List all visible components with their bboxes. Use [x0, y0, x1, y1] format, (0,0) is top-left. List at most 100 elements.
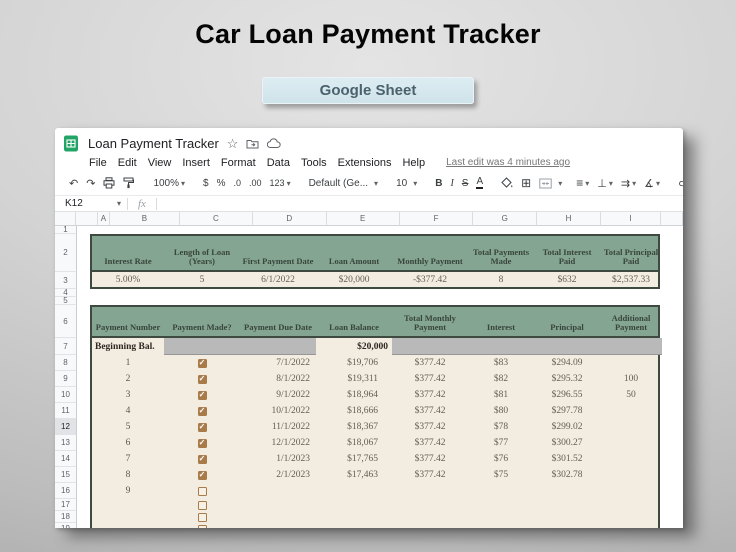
menu-item-format[interactable]: Format [221, 157, 256, 169]
fill-color-icon[interactable] [501, 177, 513, 189]
due-date-cell[interactable]: 1/1/2023 [240, 454, 316, 464]
checkbox-checked[interactable] [197, 422, 207, 432]
column-header-H[interactable]: H [537, 212, 601, 226]
loan-balance-cell[interactable]: $19,311 [316, 374, 392, 384]
monthly-payment-cell[interactable]: $377.42 [392, 358, 468, 368]
column-header-E[interactable]: E [326, 212, 400, 226]
principal-cell[interactable]: $295.32 [534, 374, 600, 384]
italic-button[interactable]: I [450, 178, 453, 189]
due-date-cell[interactable]: 10/1/2022 [240, 406, 316, 416]
checkbox-unchecked[interactable] [197, 500, 207, 510]
print-icon[interactable] [103, 177, 115, 189]
checkbox-checked[interactable] [197, 390, 207, 400]
loan-balance-cell[interactable]: $18,067 [316, 438, 392, 448]
interest-cell[interactable]: $75 [468, 470, 534, 480]
row-header-17[interactable]: 17 [55, 499, 77, 511]
sheets-logo-icon[interactable] [63, 135, 80, 152]
principal-cell[interactable]: $300.27 [534, 438, 600, 448]
menu-item-data[interactable]: Data [267, 157, 290, 169]
payment-number-cell[interactable]: 5 [92, 422, 164, 432]
payment-number-cell[interactable]: 4 [92, 406, 164, 416]
checkbox-checked[interactable] [197, 454, 207, 464]
menu-item-tools[interactable]: Tools [301, 157, 327, 169]
last-edit-link[interactable]: Last edit was 4 minutes ago [446, 157, 570, 168]
payment-number-cell[interactable]: 9 [92, 486, 164, 496]
loan-balance-cell[interactable]: $18,964 [316, 390, 392, 400]
monthly-payment-cell[interactable]: $377.42 [392, 438, 468, 448]
vertical-align-icon[interactable]: ⊥ ▾ [597, 177, 613, 190]
loan-balance-cell[interactable]: $19,706 [316, 358, 392, 368]
grid-canvas[interactable]: 12345678910111213141516171819 Interest R… [55, 226, 683, 528]
menu-item-view[interactable]: View [148, 157, 172, 169]
summary-value-7[interactable]: $2,537.33 [600, 272, 662, 287]
summary-value-1[interactable]: 5 [164, 272, 240, 287]
loan-balance-cell[interactable]: $17,765 [316, 454, 392, 464]
monthly-payment-cell[interactable]: $377.42 [392, 422, 468, 432]
monthly-payment-cell[interactable]: $377.42 [392, 406, 468, 416]
loan-balance-cell[interactable]: $18,367 [316, 422, 392, 432]
row-header-9[interactable]: 9 [55, 371, 77, 387]
horizontal-align-icon[interactable]: ≡ ▾ [576, 176, 589, 190]
summary-value-0[interactable]: 5.00% [92, 272, 164, 287]
checkbox-checked[interactable] [197, 358, 207, 368]
principal-cell[interactable]: $302.78 [534, 470, 600, 480]
payment-number-cell[interactable]: 8 [92, 470, 164, 480]
summary-value-5[interactable]: 8 [468, 272, 534, 287]
interest-cell[interactable]: $82 [468, 374, 534, 384]
more-formats-button[interactable]: 123 ▾ [270, 178, 291, 188]
column-header-C[interactable]: C [179, 212, 254, 226]
row-header-2[interactable]: 2 [55, 234, 77, 272]
row-header-19[interactable]: 19 [55, 523, 77, 528]
format-currency-button[interactable]: $ [203, 178, 209, 189]
row-header-5[interactable]: 5 [55, 296, 77, 305]
merge-dropdown-icon[interactable]: ▾ [558, 179, 562, 188]
column-header-corner[interactable] [55, 212, 77, 226]
name-box[interactable]: K12 ▾ [55, 198, 127, 209]
due-date-cell[interactable]: 7/1/2022 [240, 358, 316, 368]
due-date-cell[interactable]: 2/1/2023 [240, 470, 316, 480]
menu-item-file[interactable]: File [89, 157, 107, 169]
row-header-18[interactable]: 18 [55, 511, 77, 523]
merge-cells-icon[interactable] [539, 178, 552, 189]
column-header-G[interactable]: G [473, 212, 538, 226]
payment-number-cell[interactable]: 3 [92, 390, 164, 400]
text-rotate-icon[interactable]: ∡ ▾ [644, 177, 660, 190]
move-folder-icon[interactable] [246, 138, 259, 149]
interest-cell[interactable]: $76 [468, 454, 534, 464]
checkbox-checked[interactable] [197, 438, 207, 448]
column-header-I[interactable]: I [600, 212, 661, 226]
payment-number-cell[interactable]: 2 [92, 374, 164, 384]
interest-cell[interactable]: $78 [468, 422, 534, 432]
checkbox-unchecked[interactable] [197, 524, 207, 528]
name-box-dropdown-icon[interactable]: ▾ [117, 199, 121, 208]
loan-balance-cell[interactable]: $18,666 [316, 406, 392, 416]
column-header-D[interactable]: D [253, 212, 327, 226]
row-header-7[interactable]: 7 [55, 338, 77, 355]
row-header-12[interactable]: 12 [55, 419, 77, 435]
due-date-cell[interactable]: 9/1/2022 [240, 390, 316, 400]
row-header-15[interactable]: 15 [55, 467, 77, 483]
insert-link-icon[interactable]: ⊂ [678, 177, 683, 190]
document-title[interactable]: Loan Payment Tracker [88, 136, 219, 151]
decrease-decimal-button[interactable]: .0 [234, 178, 242, 188]
font-size-select[interactable]: 10 ▾ [396, 178, 417, 189]
checkbox-checked[interactable] [197, 470, 207, 480]
principal-cell[interactable]: $297.78 [534, 406, 600, 416]
font-select[interactable]: Default (Ge... ▾ [309, 178, 378, 189]
text-wrap-icon[interactable]: ⇉ ▾ [621, 177, 636, 190]
google-sheet-button[interactable]: Google Sheet [262, 77, 474, 104]
additional-payment-cell[interactable]: 50 [600, 390, 662, 400]
paint-format-icon[interactable] [123, 177, 135, 189]
strikethrough-button[interactable]: S [462, 178, 469, 189]
increase-decimal-button[interactable]: .00 [249, 178, 262, 188]
interest-cell[interactable]: $80 [468, 406, 534, 416]
star-icon[interactable]: ☆ [227, 137, 239, 150]
interest-cell[interactable]: $77 [468, 438, 534, 448]
interest-cell[interactable]: $83 [468, 358, 534, 368]
menu-item-insert[interactable]: Insert [182, 157, 210, 169]
row-header-8[interactable]: 8 [55, 355, 77, 371]
due-date-cell[interactable]: 8/1/2022 [240, 374, 316, 384]
payment-number-cell[interactable]: 6 [92, 438, 164, 448]
menu-item-extensions[interactable]: Extensions [338, 157, 392, 169]
row-header-6[interactable]: 6 [55, 305, 77, 338]
